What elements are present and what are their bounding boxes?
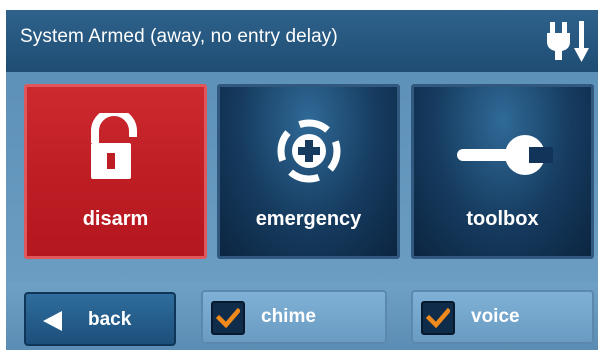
ac-power-plug-icon: [547, 21, 589, 62]
wrench-icon: [456, 135, 553, 175]
footer-bar: back chime voice: [6, 282, 598, 350]
voice-toggle[interactable]: voice: [411, 290, 594, 344]
voice-label: voice: [471, 306, 520, 327]
chime-toggle[interactable]: chime: [201, 290, 387, 344]
chime-label: chime: [261, 306, 316, 327]
status-header: System Armed (away, no entry delay): [6, 10, 598, 72]
security-panel-screen: System Armed (away, no entry delay) disa…: [6, 10, 598, 350]
emergency-plus-icon: [277, 119, 340, 183]
checkmark-icon: [216, 307, 240, 329]
voice-checkbox[interactable]: [421, 301, 455, 335]
checkmark-icon: [426, 307, 450, 329]
toolbox-button[interactable]: toolbox: [411, 84, 594, 259]
padlock-open-icon: [90, 113, 137, 179]
main-tile-panel: disarm emergency toolbox: [6, 72, 598, 282]
chime-checkbox[interactable]: [211, 301, 245, 335]
back-button[interactable]: back: [24, 292, 176, 346]
toolbox-label: toolbox: [466, 208, 539, 230]
emergency-label: emergency: [255, 208, 362, 230]
disarm-button[interactable]: disarm: [24, 84, 207, 259]
disarm-label: disarm: [82, 208, 149, 230]
system-status-title: System Armed (away, no entry delay): [20, 26, 338, 47]
emergency-button[interactable]: emergency: [217, 84, 400, 259]
back-label: back: [88, 309, 132, 330]
left-arrow-icon: [43, 311, 62, 331]
